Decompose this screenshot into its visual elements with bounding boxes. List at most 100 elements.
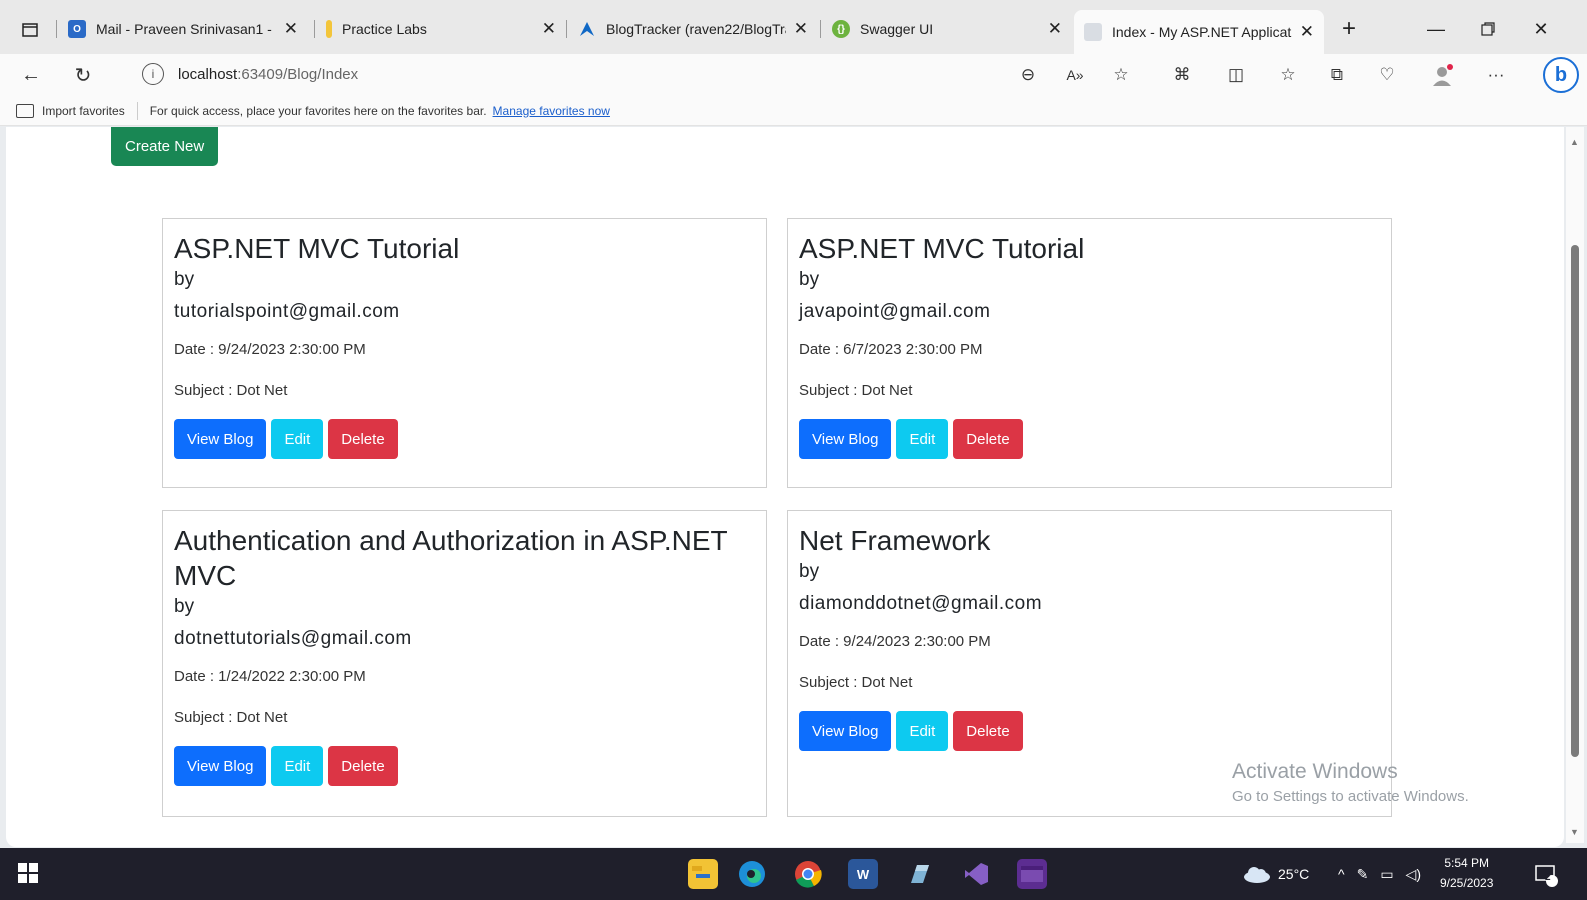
pen-icon[interactable]: ✎: [1357, 866, 1369, 883]
close-window-button[interactable]: ✕: [1518, 14, 1564, 44]
view-blog-button[interactable]: View Blog: [799, 419, 892, 459]
delete-button[interactable]: Delete: [328, 419, 398, 459]
delete-button[interactable]: Delete: [328, 746, 398, 786]
favorite-star-icon[interactable]: ☆: [1106, 60, 1136, 90]
create-new-button[interactable]: Create New: [111, 127, 219, 166]
blog-card: ASP.NET MVC Tutorial by tutorialspoint@g…: [162, 218, 767, 488]
tab-actions-icon[interactable]: [16, 16, 44, 44]
blog-subject: Subject : Dot Net: [799, 674, 913, 691]
blog-title: Net Framework: [799, 525, 991, 556]
blog-date: Date : 9/24/2023 2:30:00 PM: [174, 341, 366, 358]
restore-button[interactable]: [1465, 14, 1511, 44]
blog-subject: Subject : Dot Net: [174, 382, 288, 399]
word-icon[interactable]: W: [848, 859, 878, 889]
author-email: dotnettutorials@gmail.com: [174, 628, 412, 649]
edit-button[interactable]: Edit: [896, 711, 949, 751]
edge-icon[interactable]: [737, 859, 767, 889]
tab-swagger[interactable]: {} Swagger UI ✕: [822, 12, 1072, 46]
blog-date: Date : 6/7/2023 2:30:00 PM: [799, 341, 983, 358]
scroll-thumb[interactable]: [1571, 245, 1579, 757]
read-aloud-icon[interactable]: A»: [1060, 60, 1090, 90]
more-options-icon[interactable]: ···: [1481, 60, 1511, 90]
delete-button[interactable]: Delete: [953, 419, 1023, 459]
blog-subject: Subject : Dot Net: [799, 382, 913, 399]
swagger-icon: {}: [832, 20, 850, 38]
zoom-out-icon[interactable]: ⊖: [1013, 60, 1043, 90]
practice-labs-icon: [326, 20, 332, 38]
refresh-icon[interactable]: ↻: [66, 58, 100, 92]
chevron-up-icon[interactable]: ^: [1338, 866, 1345, 882]
windows-start-icon[interactable]: [18, 863, 38, 883]
taskbar-clock[interactable]: 5:54 PM 9/25/2023: [1440, 853, 1493, 893]
back-icon[interactable]: ←: [14, 58, 48, 92]
favorites-hint: For quick access, place your favorites h…: [149, 103, 487, 118]
import-favorites-icon[interactable]: [16, 103, 34, 118]
close-icon[interactable]: ✕: [1048, 19, 1062, 39]
file-explorer-icon[interactable]: [688, 859, 718, 889]
author-email: javapoint@gmail.com: [799, 301, 991, 322]
blog-title: ASP.NET MVC Tutorial: [799, 233, 1085, 264]
tab-blogtracker[interactable]: BlogTracker (raven22/BlogTra ✕: [568, 12, 818, 46]
notification-icon[interactable]: 2: [1531, 860, 1561, 890]
bing-copilot-icon[interactable]: b: [1543, 57, 1579, 93]
view-blog-button[interactable]: View Blog: [174, 419, 267, 459]
activate-windows-watermark: Activate Windows Go to Settings to activ…: [1232, 760, 1469, 805]
blog-subject: Subject : Dot Net: [174, 709, 288, 726]
tab-index-active[interactable]: Index - My ASP.NET Applicati ✕: [1074, 10, 1324, 54]
close-icon[interactable]: ✕: [794, 19, 808, 39]
split-screen-icon[interactable]: ◫: [1221, 60, 1251, 90]
system-tray[interactable]: ^ ✎ ▭ ◁): [1338, 848, 1421, 900]
edit-button[interactable]: Edit: [271, 419, 324, 459]
close-icon[interactable]: ✕: [284, 19, 298, 39]
close-icon[interactable]: ✕: [542, 19, 556, 39]
address-bar[interactable]: i localhost:63409/Blog/Index: [120, 56, 1160, 92]
page-scrollbar[interactable]: ▲ ▼: [1566, 127, 1584, 843]
edit-button[interactable]: Edit: [271, 746, 324, 786]
azure-devops-icon: [578, 20, 596, 38]
page-icon: [1084, 23, 1102, 41]
browser-essentials-icon[interactable]: ♡: [1372, 60, 1402, 90]
favorites-bar: Import favorites For quick access, place…: [0, 96, 1587, 126]
by-label: by: [174, 269, 195, 290]
profile-avatar[interactable]: [1427, 60, 1457, 90]
blog-card: ASP.NET MVC Tutorial by javapoint@gmail.…: [787, 218, 1392, 488]
url-text: localhost:63409/Blog/Index: [178, 65, 359, 83]
windows-taskbar: W 25°C ^ ✎ ▭ ◁) 5:54 PM 9/25/2023 2: [0, 848, 1587, 900]
blog-date: Date : 1/24/2022 2:30:00 PM: [174, 668, 366, 685]
favorites-icon[interactable]: ☆: [1273, 60, 1303, 90]
tab-mail[interactable]: O Mail - Praveen Srinivasan1 - O ✕: [58, 12, 308, 46]
page-viewport: Create New ASP.NET MVC Tutorial by tutor…: [6, 127, 1564, 847]
browser-toolbar: ← ↻ i localhost:63409/Blog/Index ⊖ A» ☆ …: [0, 54, 1587, 96]
edit-button[interactable]: Edit: [896, 419, 949, 459]
browser-tab-strip: O Mail - Praveen Srinivasan1 - O ✕ Pract…: [0, 0, 1587, 54]
view-blog-button[interactable]: View Blog: [174, 746, 267, 786]
new-tab-button[interactable]: +: [1326, 14, 1372, 44]
terminal-app-icon[interactable]: [1017, 859, 1047, 889]
import-favorites-link[interactable]: Import favorites: [42, 104, 125, 118]
weather-widget[interactable]: 25°C: [1242, 848, 1309, 900]
volume-icon[interactable]: ◁): [1406, 866, 1421, 883]
app-pen-icon[interactable]: [905, 859, 935, 889]
outlook-icon: O: [68, 20, 86, 38]
visual-studio-icon[interactable]: [961, 859, 991, 889]
scroll-down-icon[interactable]: ▼: [1570, 827, 1579, 837]
by-label: by: [799, 269, 820, 290]
delete-button[interactable]: Delete: [953, 711, 1023, 751]
tab-practice-labs[interactable]: Practice Labs ✕: [316, 12, 566, 46]
manage-favorites-link[interactable]: Manage favorites now: [493, 104, 610, 118]
close-icon[interactable]: ✕: [1300, 22, 1314, 42]
extensions-icon[interactable]: ⌘: [1167, 60, 1197, 90]
blog-title: ASP.NET MVC Tutorial: [174, 233, 460, 264]
blog-card: Authentication and Authorization in ASP.…: [162, 510, 767, 817]
chrome-icon[interactable]: [793, 859, 823, 889]
cloud-icon: [1244, 867, 1270, 883]
author-email: diamonddotnet@gmail.com: [799, 593, 1043, 614]
minimize-button[interactable]: —: [1413, 14, 1459, 44]
by-label: by: [799, 561, 820, 582]
network-icon[interactable]: ▭: [1380, 866, 1393, 883]
collections-icon[interactable]: ⧉: [1322, 60, 1352, 90]
scroll-up-icon[interactable]: ▲: [1570, 137, 1579, 147]
view-blog-button[interactable]: View Blog: [799, 711, 892, 751]
info-icon[interactable]: i: [142, 63, 164, 85]
author-email: tutorialspoint@gmail.com: [174, 301, 400, 322]
